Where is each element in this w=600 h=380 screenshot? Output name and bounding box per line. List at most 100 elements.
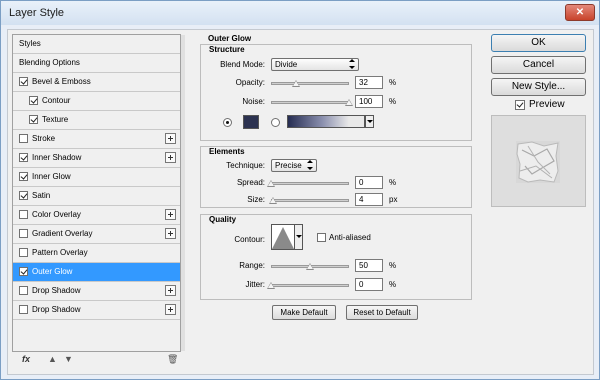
spread-input[interactable]: 0 <box>355 176 383 189</box>
style-list-item[interactable]: Styles <box>13 35 180 54</box>
make-default-button[interactable]: Make Default <box>272 305 336 320</box>
contour-curve-icon <box>272 227 294 249</box>
style-list-item[interactable]: Drop Shadow <box>13 282 180 301</box>
range-slider-thumb[interactable] <box>306 263 314 270</box>
style-label: Outer Glow <box>32 267 73 276</box>
style-list-item[interactable]: Satin <box>13 187 180 206</box>
style-list-item[interactable]: Outer Glow <box>13 263 180 282</box>
size-slider-track[interactable] <box>271 199 349 202</box>
structure-group: Structure Blend Mode: Divide Opacity: 32… <box>200 44 472 141</box>
anti-aliased-checkbox[interactable] <box>317 233 326 242</box>
style-checkbox[interactable] <box>19 172 28 181</box>
add-style-icon[interactable] <box>165 133 176 144</box>
arrow-up-icon[interactable]: ▲ <box>48 354 57 364</box>
contour-dropdown[interactable] <box>295 224 303 250</box>
style-list-item[interactable]: Color Overlay <box>13 206 180 225</box>
cancel-button[interactable]: Cancel <box>491 56 586 74</box>
technique-select[interactable]: Precise <box>271 159 317 172</box>
noise-label: Noise: <box>242 97 265 106</box>
preview-thumbnail <box>516 141 560 183</box>
style-label: Texture <box>42 115 69 124</box>
style-label: Bevel & Emboss <box>32 77 91 86</box>
style-list-item[interactable]: Pattern Overlay <box>13 244 180 263</box>
styles-list-scrollbar[interactable] <box>181 35 185 351</box>
glow-color-swatch[interactable] <box>243 115 259 129</box>
style-checkbox[interactable] <box>19 191 28 200</box>
style-checkbox[interactable] <box>19 248 28 257</box>
opacity-label: Opacity: <box>235 78 265 87</box>
new-style-button[interactable]: New Style... <box>491 78 586 96</box>
style-list-item[interactable]: Contour <box>13 92 180 111</box>
noise-slider-thumb[interactable] <box>345 99 353 106</box>
range-input[interactable]: 50 <box>355 259 383 272</box>
style-list-item[interactable]: Gradient Overlay <box>13 225 180 244</box>
style-label: Inner Shadow <box>32 153 82 162</box>
spread-slider-track[interactable] <box>271 182 349 185</box>
ok-button[interactable]: OK <box>491 34 586 52</box>
style-checkbox[interactable] <box>29 96 38 105</box>
style-checkbox[interactable] <box>29 115 38 124</box>
opacity-input[interactable]: 32 <box>355 76 383 89</box>
gradient-radio[interactable] <box>271 118 280 127</box>
reset-to-default-button[interactable]: Reset to Default <box>346 305 418 320</box>
add-style-icon[interactable] <box>165 228 176 239</box>
gradient-dropdown[interactable] <box>365 115 374 128</box>
outer-glow-panel: Outer Glow Structure Blend Mode: Divide … <box>196 34 476 364</box>
style-label: Contour <box>42 96 71 105</box>
contour-preview[interactable] <box>271 224 295 250</box>
close-icon[interactable]: ✕ <box>565 4 595 21</box>
add-style-icon[interactable] <box>165 152 176 163</box>
style-list-item[interactable]: Drop Shadow <box>13 301 180 320</box>
blend-mode-select[interactable]: Divide <box>271 58 359 71</box>
style-label: Gradient Overlay <box>32 229 93 238</box>
style-label: Blending Options <box>19 58 80 67</box>
styles-list: Styles Blending Options Bevel & Emboss Cont… <box>12 34 185 352</box>
elements-group: Elements Technique: Precise Spread: 0 % … <box>200 146 472 208</box>
structure-title: Structure <box>209 45 245 54</box>
style-list-item[interactable]: Stroke <box>13 130 180 149</box>
style-list-item[interactable]: Inner Glow <box>13 168 180 187</box>
style-list-item[interactable]: Blending Options <box>13 54 180 73</box>
add-style-icon[interactable] <box>165 285 176 296</box>
title-bar[interactable]: Layer Style ✕ <box>1 1 599 25</box>
add-style-icon[interactable] <box>165 209 176 220</box>
noise-input[interactable]: 100 <box>355 95 383 108</box>
size-label: Size: <box>247 195 265 204</box>
jitter-slider-thumb[interactable] <box>267 282 275 289</box>
style-checkbox[interactable] <box>19 267 28 276</box>
style-checkbox[interactable] <box>19 210 28 219</box>
style-checkbox[interactable] <box>19 305 28 314</box>
dialog-body: Styles Blending Options Bevel & Emboss Cont… <box>7 29 594 375</box>
style-list-item[interactable]: Texture <box>13 111 180 130</box>
noise-slider-track[interactable] <box>271 101 349 104</box>
style-checkbox[interactable] <box>19 229 28 238</box>
range-label: Range: <box>239 261 265 270</box>
opacity-slider-thumb[interactable] <box>291 80 300 87</box>
trash-icon[interactable]: 🗑 <box>167 354 178 365</box>
jitter-label: Jitter: <box>245 280 265 289</box>
size-input[interactable]: 4 <box>355 193 383 206</box>
quality-title: Quality <box>209 215 237 224</box>
style-list-item[interactable]: Inner Shadow <box>13 149 180 168</box>
gradient-swatch[interactable] <box>287 115 365 128</box>
size-slider-thumb[interactable] <box>268 197 277 204</box>
layer-style-dialog: Layer Style ✕ Styles Blending Options Beve… <box>0 0 600 380</box>
style-label: Color Overlay <box>32 210 81 219</box>
style-checkbox[interactable] <box>19 77 28 86</box>
style-list-item[interactable]: Bevel & Emboss <box>13 73 180 92</box>
style-checkbox[interactable] <box>19 134 28 143</box>
fx-icon[interactable]: fx <box>22 354 30 364</box>
opacity-slider-track[interactable] <box>271 82 349 85</box>
arrow-down-icon[interactable]: ▼ <box>64 354 73 364</box>
style-checkbox[interactable] <box>19 153 28 162</box>
jitter-input[interactable]: 0 <box>355 278 383 291</box>
style-checkbox[interactable] <box>19 286 28 295</box>
solid-color-radio[interactable] <box>223 118 232 127</box>
jitter-slider-track[interactable] <box>271 284 349 287</box>
spread-slider-thumb[interactable] <box>267 180 275 187</box>
add-style-icon[interactable] <box>165 304 176 315</box>
noise-unit: % <box>389 97 397 106</box>
style-label: Inner Glow <box>32 172 71 181</box>
chevron-up-icon <box>349 59 355 62</box>
preview-checkbox[interactable] <box>515 100 525 110</box>
